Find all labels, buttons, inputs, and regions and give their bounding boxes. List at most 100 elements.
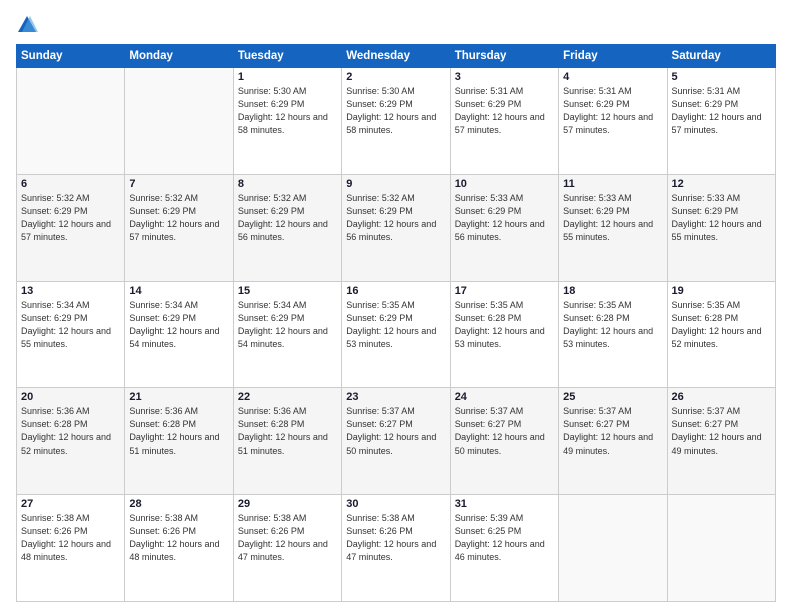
calendar-cell: 14 Sunrise: 5:34 AM Sunset: 6:29 PM Dayli… xyxy=(125,281,233,388)
day-info: Sunrise: 5:34 AM Sunset: 6:29 PM Dayligh… xyxy=(129,299,228,351)
calendar-cell: 25 Sunrise: 5:37 AM Sunset: 6:27 PM Dayli… xyxy=(559,388,667,495)
day-info: Sunrise: 5:34 AM Sunset: 6:29 PM Dayligh… xyxy=(21,299,120,351)
day-number: 5 xyxy=(672,71,771,83)
calendar-cell: 5Sunrise: 5:31 AM Sunset: 6:29 PM Daylig… xyxy=(667,68,775,175)
day-info: Sunrise: 5:35 AM Sunset: 6:28 PM Dayligh… xyxy=(563,299,662,351)
day-number: 31 xyxy=(455,498,554,510)
day-number: 18 xyxy=(563,285,662,297)
day-number: 23 xyxy=(346,391,445,403)
calendar-cell xyxy=(559,495,667,602)
calendar-cell: 26 Sunrise: 5:37 AM Sunset: 6:27 PM Dayli… xyxy=(667,388,775,495)
day-info: Sunrise: 5:38 AM Sunset: 6:26 PM Dayligh… xyxy=(21,512,120,564)
calendar-cell: 27 Sunrise: 5:38 AM Sunset: 6:26 PM Dayli… xyxy=(17,495,125,602)
day-number: 19 xyxy=(672,285,771,297)
calendar-cell: 7Sunrise: 5:32 AM Sunset: 6:29 PM Daylig… xyxy=(125,174,233,281)
day-info: Sunrise: 5:37 AM Sunset: 6:27 PM Dayligh… xyxy=(672,405,771,457)
day-number: 3 xyxy=(455,71,554,83)
day-number: 24 xyxy=(455,391,554,403)
logo xyxy=(16,14,42,36)
day-info: Sunrise: 5:30 AM Sunset: 6:29 PM Dayligh… xyxy=(238,85,337,137)
calendar-week-row: 20 Sunrise: 5:36 AM Sunset: 6:28 PM Dayli… xyxy=(17,388,776,495)
calendar-cell: 1Sunrise: 5:30 AM Sunset: 6:29 PM Daylig… xyxy=(233,68,341,175)
calendar-cell: 3 Sunrise: 5:31 AM Sunset: 6:29 PM Daylig… xyxy=(450,68,558,175)
day-info: Sunrise: 5:31 AM Sunset: 6:29 PM Dayligh… xyxy=(455,85,554,137)
day-number: 29 xyxy=(238,498,337,510)
day-info: Sunrise: 5:36 AM Sunset: 6:28 PM Dayligh… xyxy=(21,405,120,457)
calendar-week-row: 1Sunrise: 5:30 AM Sunset: 6:29 PM Daylig… xyxy=(17,68,776,175)
calendar-cell: 21 Sunrise: 5:36 AM Sunset: 6:28 PM Dayli… xyxy=(125,388,233,495)
calendar-cell: 8 Sunrise: 5:32 AM Sunset: 6:29 PM Daylig… xyxy=(233,174,341,281)
calendar-cell: 12Sunrise: 5:33 AM Sunset: 6:29 PM Dayli… xyxy=(667,174,775,281)
day-number: 9 xyxy=(346,178,445,190)
day-info: Sunrise: 5:37 AM Sunset: 6:27 PM Dayligh… xyxy=(455,405,554,457)
day-number: 27 xyxy=(21,498,120,510)
day-info: Sunrise: 5:32 AM Sunset: 6:29 PM Dayligh… xyxy=(238,192,337,244)
calendar-cell: 6Sunrise: 5:32 AM Sunset: 6:29 PM Daylig… xyxy=(17,174,125,281)
calendar-cell: 10Sunrise: 5:33 AM Sunset: 6:29 PM Dayli… xyxy=(450,174,558,281)
day-info: Sunrise: 5:32 AM Sunset: 6:29 PM Dayligh… xyxy=(21,192,120,244)
day-number: 2 xyxy=(346,71,445,83)
calendar-body: 1Sunrise: 5:30 AM Sunset: 6:29 PM Daylig… xyxy=(17,68,776,602)
day-info: Sunrise: 5:38 AM Sunset: 6:26 PM Dayligh… xyxy=(129,512,228,564)
day-number: 26 xyxy=(672,391,771,403)
calendar-cell: 28Sunrise: 5:38 AM Sunset: 6:26 PM Dayli… xyxy=(125,495,233,602)
calendar-cell: 19Sunrise: 5:35 AM Sunset: 6:28 PM Dayli… xyxy=(667,281,775,388)
calendar-cell: 17 Sunrise: 5:35 AM Sunset: 6:28 PM Dayli… xyxy=(450,281,558,388)
day-info: Sunrise: 5:31 AM Sunset: 6:29 PM Dayligh… xyxy=(563,85,662,137)
day-number: 21 xyxy=(129,391,228,403)
day-info: Sunrise: 5:33 AM Sunset: 6:29 PM Dayligh… xyxy=(563,192,662,244)
day-info: Sunrise: 5:32 AM Sunset: 6:29 PM Dayligh… xyxy=(346,192,445,244)
weekday-header-saturday: Saturday xyxy=(667,45,775,68)
weekday-header-friday: Friday xyxy=(559,45,667,68)
day-info: Sunrise: 5:34 AM Sunset: 6:29 PM Dayligh… xyxy=(238,299,337,351)
calendar-week-row: 27 Sunrise: 5:38 AM Sunset: 6:26 PM Dayli… xyxy=(17,495,776,602)
day-info: Sunrise: 5:36 AM Sunset: 6:28 PM Dayligh… xyxy=(129,405,228,457)
header xyxy=(16,14,776,36)
calendar-table: SundayMondayTuesdayWednesdayThursdayFrid… xyxy=(16,44,776,602)
calendar-cell: 2 Sunrise: 5:30 AM Sunset: 6:29 PM Daylig… xyxy=(342,68,450,175)
weekday-header-wednesday: Wednesday xyxy=(342,45,450,68)
calendar-cell: 24 Sunrise: 5:37 AM Sunset: 6:27 PM Dayli… xyxy=(450,388,558,495)
day-info: Sunrise: 5:30 AM Sunset: 6:29 PM Dayligh… xyxy=(346,85,445,137)
day-number: 30 xyxy=(346,498,445,510)
day-number: 8 xyxy=(238,178,337,190)
day-number: 25 xyxy=(563,391,662,403)
calendar-header: SundayMondayTuesdayWednesdayThursdayFrid… xyxy=(17,45,776,68)
day-number: 10 xyxy=(455,178,554,190)
day-number: 20 xyxy=(21,391,120,403)
calendar-cell: 13 Sunrise: 5:34 AM Sunset: 6:29 PM Dayli… xyxy=(17,281,125,388)
day-number: 16 xyxy=(346,285,445,297)
day-info: Sunrise: 5:35 AM Sunset: 6:28 PM Dayligh… xyxy=(455,299,554,351)
calendar-cell: 9 Sunrise: 5:32 AM Sunset: 6:29 PM Daylig… xyxy=(342,174,450,281)
calendar-cell xyxy=(125,68,233,175)
weekday-header-monday: Monday xyxy=(125,45,233,68)
day-number: 4 xyxy=(563,71,662,83)
day-number: 17 xyxy=(455,285,554,297)
day-number: 11 xyxy=(563,178,662,190)
calendar-cell: 31Sunrise: 5:39 AM Sunset: 6:25 PM Dayli… xyxy=(450,495,558,602)
calendar-cell: 15 Sunrise: 5:34 AM Sunset: 6:29 PM Dayli… xyxy=(233,281,341,388)
day-info: Sunrise: 5:37 AM Sunset: 6:27 PM Dayligh… xyxy=(346,405,445,457)
day-info: Sunrise: 5:38 AM Sunset: 6:26 PM Dayligh… xyxy=(238,512,337,564)
logo-icon xyxy=(16,14,38,36)
day-info: Sunrise: 5:38 AM Sunset: 6:26 PM Dayligh… xyxy=(346,512,445,564)
calendar-week-row: 13 Sunrise: 5:34 AM Sunset: 6:29 PM Dayli… xyxy=(17,281,776,388)
calendar-cell: 23 Sunrise: 5:37 AM Sunset: 6:27 PM Dayli… xyxy=(342,388,450,495)
day-info: Sunrise: 5:37 AM Sunset: 6:27 PM Dayligh… xyxy=(563,405,662,457)
calendar-cell: 29 Sunrise: 5:38 AM Sunset: 6:26 PM Dayli… xyxy=(233,495,341,602)
page: SundayMondayTuesdayWednesdayThursdayFrid… xyxy=(0,0,792,612)
day-number: 12 xyxy=(672,178,771,190)
calendar-cell xyxy=(17,68,125,175)
day-number: 22 xyxy=(238,391,337,403)
day-number: 15 xyxy=(238,285,337,297)
day-info: Sunrise: 5:32 AM Sunset: 6:29 PM Dayligh… xyxy=(129,192,228,244)
day-number: 14 xyxy=(129,285,228,297)
weekday-header-tuesday: Tuesday xyxy=(233,45,341,68)
calendar-week-row: 6Sunrise: 5:32 AM Sunset: 6:29 PM Daylig… xyxy=(17,174,776,281)
day-number: 13 xyxy=(21,285,120,297)
weekday-header-sunday: Sunday xyxy=(17,45,125,68)
day-info: Sunrise: 5:35 AM Sunset: 6:29 PM Dayligh… xyxy=(346,299,445,351)
calendar-cell: 22Sunrise: 5:36 AM Sunset: 6:28 PM Dayli… xyxy=(233,388,341,495)
calendar-cell: 16 Sunrise: 5:35 AM Sunset: 6:29 PM Dayli… xyxy=(342,281,450,388)
calendar-cell: 11 Sunrise: 5:33 AM Sunset: 6:29 PM Dayli… xyxy=(559,174,667,281)
